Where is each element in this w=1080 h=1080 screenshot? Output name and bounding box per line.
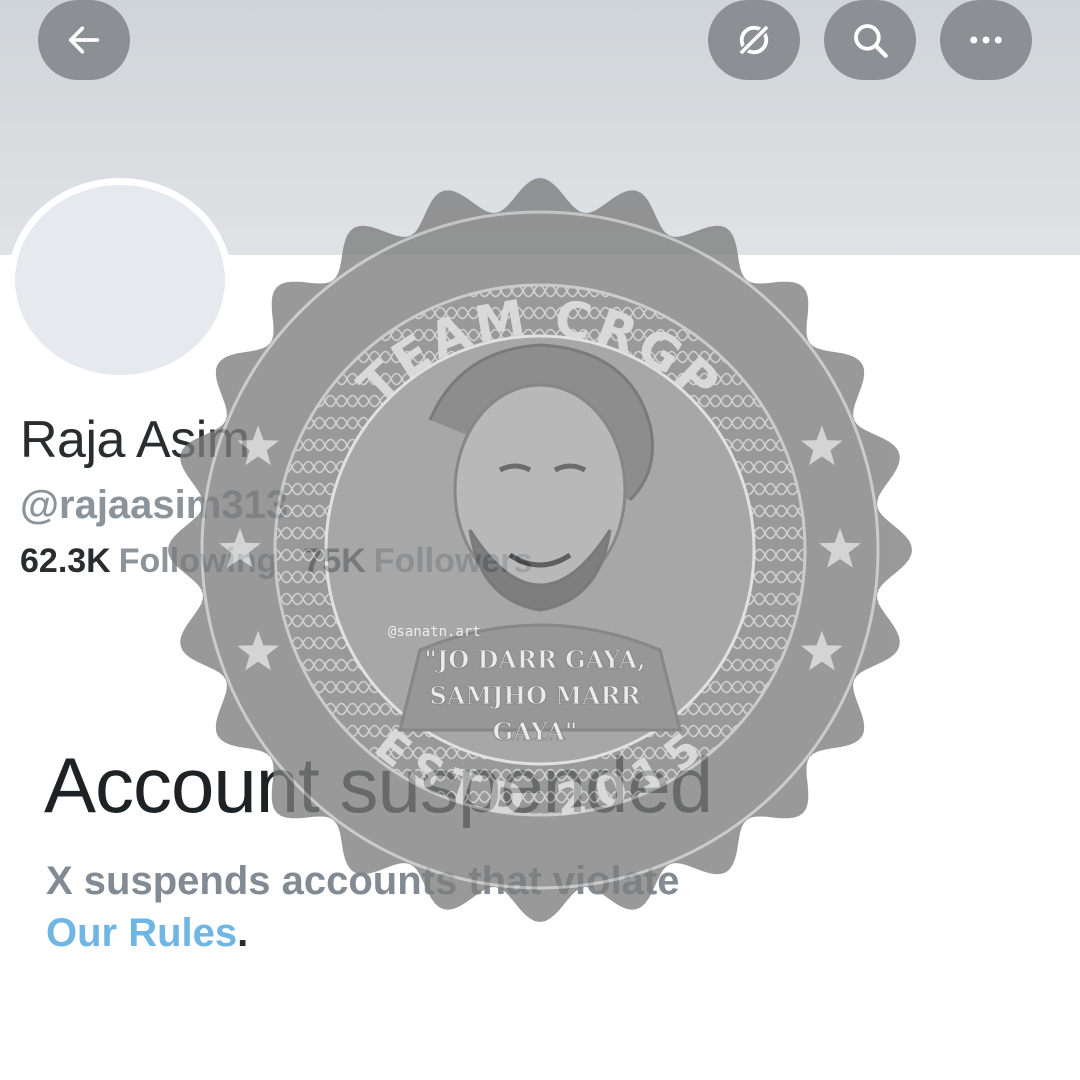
search-icon: [854, 24, 888, 58]
back-button[interactable]: [38, 0, 130, 80]
search-button[interactable]: [824, 0, 916, 80]
arrow-left-icon: [68, 26, 100, 54]
suspension-period: .: [237, 911, 249, 955]
our-rules-link[interactable]: Our Rules: [46, 911, 237, 955]
star-icon: [801, 425, 843, 466]
avatar[interactable]: [8, 178, 232, 382]
followers-count: 75K: [303, 542, 366, 580]
portrait-illustration: [398, 343, 682, 732]
following-count: 62.3K: [20, 542, 111, 580]
grok-icon: [739, 25, 769, 55]
grok-button[interactable]: [708, 0, 800, 80]
more-button[interactable]: [940, 0, 1032, 80]
followers-link[interactable]: 75K Followers: [303, 542, 532, 581]
followers-label: Followers: [373, 542, 533, 580]
svg-text:TEAM CRGP: TEAM CRGP: [347, 288, 733, 415]
star-icon: [819, 528, 861, 568]
profile-page: Raja Asim @rajaasim313 62.3K Following 75…: [0, 0, 1080, 1080]
star-icon: [237, 630, 279, 671]
more-horizontal-icon: [970, 36, 1002, 44]
quote-line-1: "JO DARR GAYA,: [424, 645, 645, 674]
following-link[interactable]: 62.3K Following: [20, 542, 277, 581]
suspension-title: Account suspended: [44, 741, 713, 829]
seal-top-text: TEAM CRGP: [347, 288, 729, 415]
star-icon: [801, 630, 843, 671]
suspension-text: X suspends accounts that violate: [46, 859, 680, 903]
following-label: Following: [118, 542, 278, 580]
quote-line-2: SAMJHO MARR: [430, 681, 642, 710]
follow-stats: 62.3K Following 75K Followers: [20, 542, 532, 581]
display-name: Raja Asim: [20, 411, 250, 469]
suspension-description: X suspends accounts that violate Our Rul…: [46, 855, 680, 959]
artist-credit: @sanatn.art: [388, 624, 481, 640]
profile-handle: @rajaasim313: [20, 483, 289, 527]
